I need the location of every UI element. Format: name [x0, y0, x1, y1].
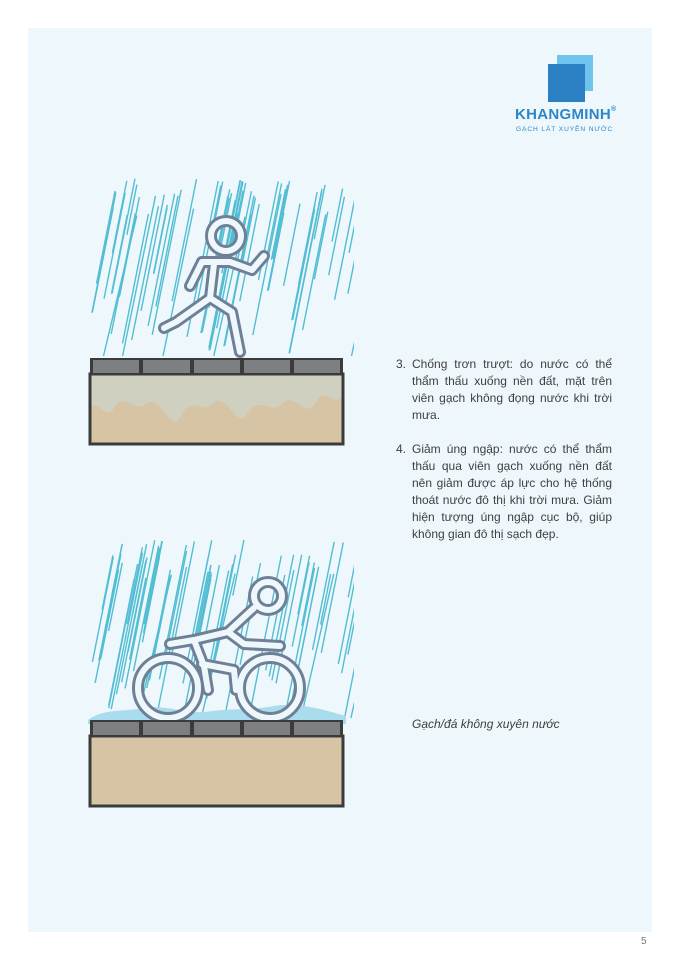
- rain-streak: [300, 573, 335, 719]
- benefits-list: 3. Chống trơn trượt: do nước có thể thẩm…: [396, 356, 612, 560]
- rain-streak: [282, 203, 301, 286]
- benefit-number: 3.: [396, 357, 407, 371]
- runner-illustration: [88, 178, 354, 446]
- cyclist-icon: [132, 576, 306, 724]
- rain-streak: [232, 540, 245, 596]
- benefit-item-3: 3. Chống trơn trượt: do nước có thể thẩm…: [396, 356, 612, 424]
- logo-brand-text: KHANGMINH: [515, 106, 612, 123]
- cyclist-illustration: [88, 540, 354, 808]
- illustration-caption: Gạch/đá không xuyên nước: [412, 717, 560, 731]
- page-number: 5: [641, 936, 647, 947]
- rain-streak: [311, 541, 335, 651]
- rain-streak: [118, 196, 141, 298]
- rain-streak: [142, 540, 163, 634]
- paving-tiles: [90, 358, 343, 375]
- paving-tiles: [90, 720, 343, 737]
- rain-streak: [98, 545, 123, 661]
- soil-layer: [88, 734, 345, 808]
- rain-streak: [267, 212, 285, 291]
- benefit-text: Chống trơn trượt: do nước có thể thẩm th…: [412, 357, 612, 422]
- rain-streak: [320, 542, 344, 653]
- rain-streak: [121, 195, 157, 357]
- soil-layer: [88, 372, 345, 446]
- benefit-item-4: 4. Giảm úng ngập: nước có thể thẩm thấu …: [396, 441, 612, 543]
- rain-streak: [99, 569, 120, 660]
- logo-brand-name: KHANGMINH®: [515, 106, 617, 123]
- rain-streak: [95, 190, 116, 284]
- rain-streak: [91, 208, 114, 313]
- brand-logo: KHANGMINH® GẠCH LÁT XUYÊN NƯỚC: [515, 55, 635, 135]
- benefit-number: 4.: [396, 442, 407, 456]
- rain-streak: [291, 203, 316, 321]
- rain-streak: [344, 667, 354, 717]
- rain-streak: [288, 191, 323, 354]
- benefit-text: Giảm úng ngập: nước có thể thẩm thấu qua…: [412, 442, 612, 541]
- logo-registered-mark: ®: [611, 106, 617, 113]
- logo-tagline: GẠCH LÁT XUYÊN NƯỚC: [516, 126, 614, 133]
- logo-squares-icon: [548, 55, 593, 102]
